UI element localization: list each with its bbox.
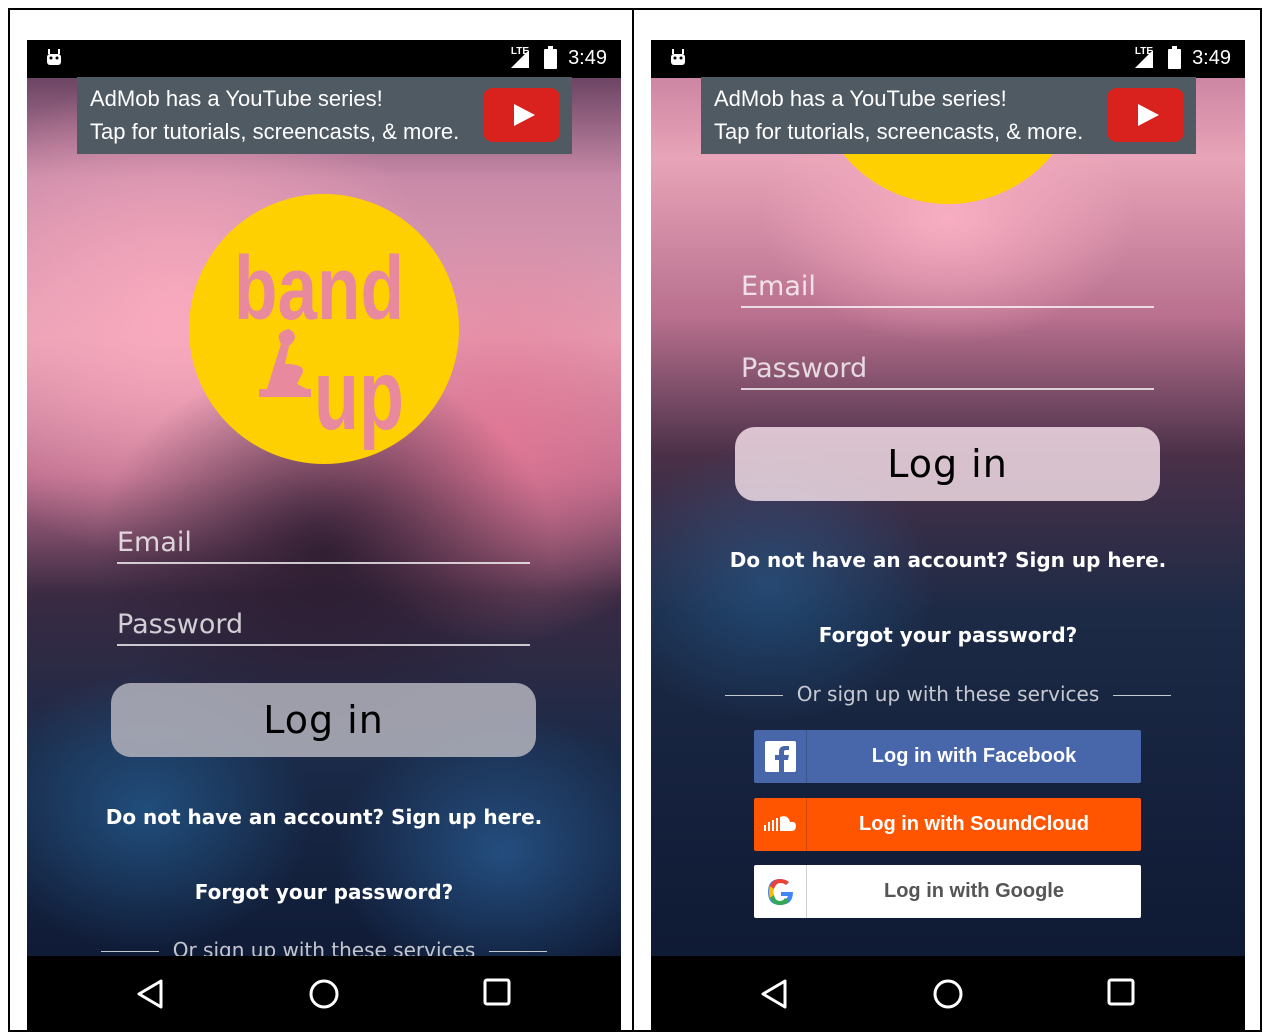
signup-link[interactable]: Do not have an account? Sign up here. xyxy=(651,548,1245,572)
email-input[interactable] xyxy=(117,522,530,562)
youtube-play-icon[interactable] xyxy=(483,88,560,142)
recents-icon[interactable] xyxy=(483,978,511,1006)
google-icon xyxy=(754,865,807,918)
back-icon[interactable] xyxy=(135,978,165,1010)
divider-line-right xyxy=(1113,695,1172,696)
google-login-label: Log in with Google xyxy=(884,880,1064,902)
login-button[interactable]: Log in xyxy=(111,683,536,757)
status-time: 3:49 xyxy=(568,47,607,69)
divider-line-left xyxy=(100,951,159,952)
signup-link[interactable]: Do not have an account? Sign up here. xyxy=(27,805,621,829)
bandup-logo: band up xyxy=(189,194,459,464)
password-field[interactable] xyxy=(117,604,530,646)
phone-screen-left: LTE 3:49 AdMob has a YouTube series! Tap… xyxy=(27,40,621,1030)
status-bar: LTE 3:49 xyxy=(27,40,621,78)
password-field[interactable] xyxy=(741,348,1154,390)
email-input[interactable] xyxy=(741,266,1154,306)
left-screenshot-frame: LTE 3:49 AdMob has a YouTube series! Tap… xyxy=(8,8,634,1032)
android-icon xyxy=(671,49,685,65)
ad-line-2: Tap for tutorials, screencasts, & more. xyxy=(714,119,1084,144)
soundcloud-login-label: Log in with SoundCloud xyxy=(859,813,1089,835)
logo-word-up: up xyxy=(314,339,404,451)
soundcloud-icon xyxy=(754,798,807,851)
login-button[interactable]: Log in xyxy=(735,427,1160,501)
recents-icon[interactable] xyxy=(1107,978,1135,1006)
password-input[interactable] xyxy=(741,348,1154,388)
bandup-logo-mark: band up xyxy=(234,239,404,451)
email-field[interactable] xyxy=(117,522,530,564)
forgot-password-link[interactable]: Forgot your password? xyxy=(651,623,1245,647)
divider-line-right xyxy=(489,951,548,952)
android-icon xyxy=(47,49,61,65)
phone-screen-right: LTE 3:49 AdMob has a YouTube series! Tap… xyxy=(651,40,1245,1030)
gramophone-icon xyxy=(259,329,311,397)
google-login-button[interactable]: Log in with Google xyxy=(754,865,1141,918)
signal-icon xyxy=(1135,50,1153,68)
email-field[interactable] xyxy=(741,266,1154,308)
forgot-password-link[interactable]: Forgot your password? xyxy=(27,880,621,904)
facebook-icon xyxy=(754,730,807,783)
home-icon[interactable] xyxy=(932,978,964,1010)
status-bar: LTE 3:49 xyxy=(651,40,1245,78)
ad-line-1: AdMob has a YouTube series! xyxy=(714,86,1007,111)
home-icon[interactable] xyxy=(308,978,340,1010)
divider-line-left xyxy=(724,695,783,696)
divider-text: Or sign up with these services xyxy=(796,682,1100,706)
facebook-login-label: Log in with Facebook xyxy=(871,745,1077,767)
status-time: 3:49 xyxy=(1192,47,1231,69)
admob-banner[interactable]: AdMob has a YouTube series! Tap for tuto… xyxy=(77,77,572,154)
battery-charging-icon xyxy=(1168,46,1181,69)
navigation-bar xyxy=(651,956,1245,1030)
ad-line-1: AdMob has a YouTube series! xyxy=(90,86,383,111)
logo-word-band: band xyxy=(234,239,404,339)
back-icon[interactable] xyxy=(759,978,789,1010)
signal-icon xyxy=(511,50,529,68)
social-divider: Or sign up with these services xyxy=(651,682,1245,706)
right-screenshot-frame: LTE 3:49 AdMob has a YouTube series! Tap… xyxy=(632,8,1262,1032)
password-input[interactable] xyxy=(117,604,530,644)
youtube-play-icon[interactable] xyxy=(1107,88,1184,142)
navigation-bar xyxy=(27,956,621,1030)
battery-charging-icon xyxy=(544,46,557,69)
admob-banner[interactable]: AdMob has a YouTube series! Tap for tuto… xyxy=(701,77,1196,154)
ad-line-2: Tap for tutorials, screencasts, & more. xyxy=(90,119,460,144)
soundcloud-login-button[interactable]: Log in with SoundCloud xyxy=(754,798,1141,851)
facebook-login-button[interactable]: Log in with Facebook xyxy=(754,730,1141,783)
